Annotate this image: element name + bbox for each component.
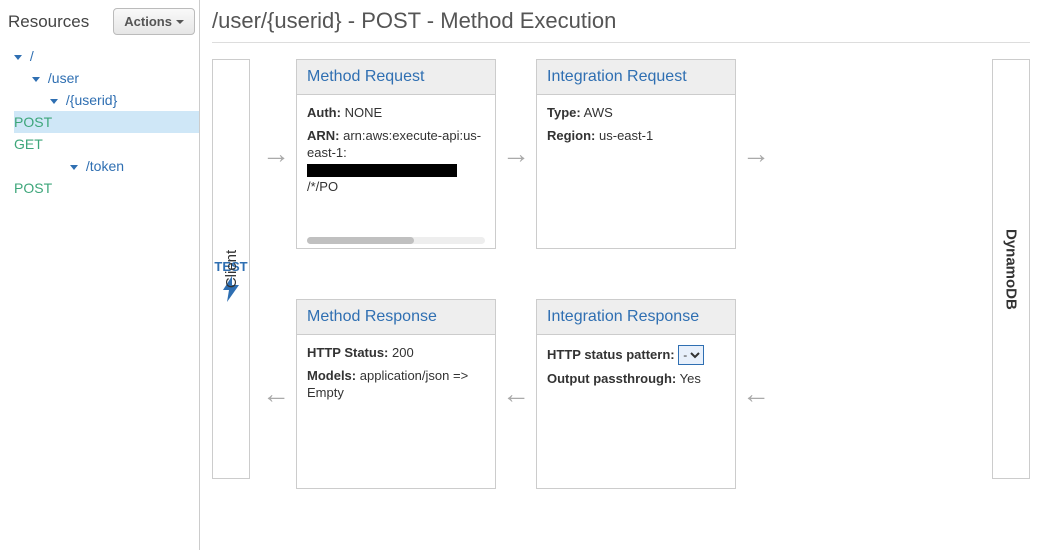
page-title: /user/{userid} - POST - Method Execution <box>212 8 1030 43</box>
redacted-arn <box>307 164 457 177</box>
client-box[interactable]: TEST Client <box>212 59 250 479</box>
status-pattern-select[interactable]: - <box>678 345 704 365</box>
content-area: /user/{userid} - POST - Method Execution… <box>200 0 1042 550</box>
resource-tree: / /user /{userid} POST GET /token POST <box>8 45 199 199</box>
arrow-left-icon: ← <box>736 378 776 410</box>
arrow-right-icon: → <box>736 138 776 170</box>
actions-label: Actions <box>124 14 172 29</box>
caret-down-icon <box>32 77 40 82</box>
target-vertical-label: DynamoDB <box>1003 229 1020 310</box>
method-response-header[interactable]: Method Response <box>297 300 495 335</box>
tree-node-token[interactable]: /token <box>14 155 199 177</box>
caret-down-icon <box>50 99 58 104</box>
actions-dropdown-button[interactable]: Actions <box>113 8 195 35</box>
caret-down-icon <box>70 165 78 170</box>
tree-node-userid[interactable]: /{userid} <box>14 89 199 111</box>
tree-node-root[interactable]: / <box>14 45 199 67</box>
method-request-header[interactable]: Method Request <box>297 60 495 95</box>
integration-response-panel[interactable]: Integration Response HTTP status pattern… <box>536 299 736 489</box>
arrow-right-icon: → <box>256 138 296 170</box>
integration-response-header[interactable]: Integration Response <box>537 300 735 335</box>
tree-node-userid-post[interactable]: POST <box>14 111 199 133</box>
caret-down-icon <box>14 55 22 60</box>
sidebar-title: Resources <box>8 12 89 32</box>
caret-down-icon <box>176 20 184 24</box>
method-request-panel[interactable]: Method Request Auth: NONE ARN: arn:aws:e… <box>296 59 496 249</box>
target-box[interactable]: DynamoDB <box>992 59 1030 479</box>
tree-node-userid-get[interactable]: GET <box>14 133 199 155</box>
sidebar: Resources Actions / /user /{userid} POST <box>0 0 200 550</box>
integration-request-header[interactable]: Integration Request <box>537 60 735 95</box>
method-execution-diagram: TEST Client → Method Request Auth: NONE <box>212 59 1030 479</box>
integration-request-panel[interactable]: Integration Request Type: AWS Region: us… <box>536 59 736 249</box>
tree-node-token-post[interactable]: POST <box>14 177 199 199</box>
arrow-left-icon: ← <box>496 378 536 410</box>
tree-node-user[interactable]: /user <box>14 67 199 89</box>
client-vertical-label: Client <box>223 250 240 288</box>
horizontal-scrollbar[interactable] <box>307 237 485 244</box>
method-response-panel[interactable]: Method Response HTTP Status: 200 Models:… <box>296 299 496 489</box>
arrow-right-icon: → <box>496 138 536 170</box>
arrow-left-icon: ← <box>256 378 296 410</box>
